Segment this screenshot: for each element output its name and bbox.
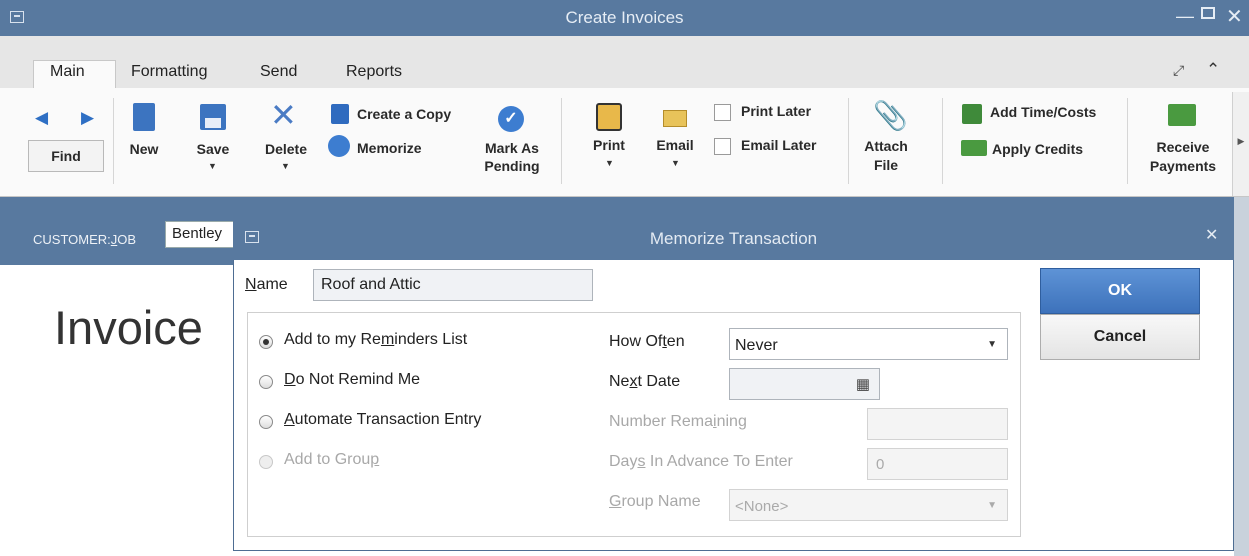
print-dropdown-icon[interactable]: ▼ bbox=[605, 158, 614, 168]
receive-payments-label-1[interactable]: Receive bbox=[1140, 139, 1226, 155]
cancel-button[interactable]: Cancel bbox=[1040, 314, 1200, 360]
email-dropdown-icon[interactable]: ▼ bbox=[671, 158, 680, 168]
create-copy-button[interactable]: Create a Copy bbox=[357, 106, 451, 122]
do-not-remind-radio[interactable] bbox=[259, 375, 273, 389]
close-icon[interactable]: ✕ bbox=[1226, 4, 1243, 29]
number-remaining-label: Number Remaining bbox=[609, 413, 747, 430]
apply-credits-button[interactable]: Apply Credits bbox=[992, 141, 1083, 157]
form-scroll-area bbox=[1234, 197, 1249, 556]
chevron-down-icon: ▼ bbox=[987, 500, 997, 511]
collapse-ribbon-icon[interactable]: ⌃ bbox=[1206, 60, 1220, 80]
invoice-heading: Invoice bbox=[54, 301, 203, 354]
maximize-icon[interactable] bbox=[1201, 7, 1215, 19]
days-in-advance-label: Days In Advance To Enter bbox=[609, 453, 793, 470]
how-often-label: How Often bbox=[609, 333, 685, 350]
add-time-costs-icon[interactable] bbox=[962, 104, 982, 124]
ok-button[interactable]: OK bbox=[1040, 268, 1200, 314]
save-button[interactable]: Save bbox=[190, 141, 236, 157]
back-arrow-icon[interactable]: ◀ bbox=[35, 108, 48, 128]
group-name-dropdown: <None> ▼ bbox=[729, 489, 1008, 521]
tab-reports[interactable]: Reports bbox=[346, 63, 402, 81]
expand-icon[interactable]: ⤢ bbox=[1173, 62, 1184, 79]
automate-entry-label[interactable]: Automate Transaction Entry bbox=[284, 411, 481, 429]
email-envelope-icon[interactable] bbox=[663, 110, 687, 127]
receive-payments-label-2[interactable]: Payments bbox=[1140, 158, 1226, 174]
email-button[interactable]: Email bbox=[650, 137, 700, 153]
name-label: Name bbox=[245, 276, 288, 293]
do-not-remind-label[interactable]: Do Not Remind Me bbox=[284, 371, 420, 389]
apply-credits-icon[interactable] bbox=[961, 140, 987, 156]
delete-button[interactable]: Delete bbox=[258, 141, 314, 157]
group-name-value: <None> bbox=[735, 498, 789, 515]
tab-formatting[interactable]: Formatting bbox=[131, 63, 207, 81]
window-title-bar: Create Invoices — ✕ bbox=[0, 0, 1249, 36]
automate-entry-radio[interactable] bbox=[259, 415, 273, 429]
calendar-icon[interactable]: ▦ bbox=[856, 375, 870, 393]
number-remaining-input bbox=[867, 408, 1008, 440]
print-later-label: Print Later bbox=[741, 103, 812, 119]
save-disk-label-icon bbox=[205, 118, 221, 128]
how-often-dropdown[interactable]: Never ▼ bbox=[729, 328, 1008, 360]
forward-arrow-icon[interactable]: ▶ bbox=[81, 108, 94, 128]
save-dropdown-icon[interactable]: ▼ bbox=[208, 161, 217, 171]
add-time-costs-button[interactable]: Add Time/Costs bbox=[990, 104, 1096, 120]
group-name-label: Group Name bbox=[609, 493, 701, 510]
find-button[interactable]: Find bbox=[28, 140, 104, 172]
attach-file-label-1[interactable]: Attach bbox=[858, 138, 914, 154]
name-input[interactable]: Roof and Attic bbox=[313, 269, 593, 301]
email-later-checkbox[interactable] bbox=[714, 138, 731, 155]
tab-send[interactable]: Send bbox=[260, 63, 297, 81]
ribbon-separator bbox=[1127, 98, 1128, 184]
print-later-checkbox[interactable] bbox=[714, 104, 731, 121]
add-to-reminders-label[interactable]: Add to my Reminders List bbox=[284, 331, 467, 349]
add-to-group-radio bbox=[259, 455, 273, 469]
customer-job-label: CUSTOMER:JOB bbox=[33, 232, 137, 247]
mark-as-pending-label-2[interactable]: Pending bbox=[470, 158, 554, 174]
ribbon-separator bbox=[942, 98, 943, 184]
ribbon-separator bbox=[561, 98, 562, 184]
attach-file-label-2[interactable]: File bbox=[858, 157, 914, 173]
memorize-button[interactable]: Memorize bbox=[357, 140, 422, 156]
receive-payments-icon[interactable] bbox=[1168, 104, 1196, 126]
ribbon-separator bbox=[848, 98, 849, 184]
email-later-label: Email Later bbox=[741, 137, 817, 153]
memorize-icon[interactable] bbox=[328, 135, 350, 157]
minimize-icon[interactable]: — bbox=[1176, 6, 1194, 27]
check-circle-icon[interactable]: ✓ bbox=[498, 106, 524, 132]
add-to-reminders-radio[interactable] bbox=[259, 335, 273, 349]
add-to-group-label: Add to Group bbox=[284, 451, 380, 468]
next-date-input[interactable]: ▦ bbox=[729, 368, 880, 400]
dialog-title-bar: Memorize Transaction ✕ bbox=[233, 215, 1234, 260]
mark-as-pending-label-1[interactable]: Mark As bbox=[470, 140, 554, 156]
delete-dropdown-icon[interactable]: ▼ bbox=[281, 161, 290, 171]
printer-icon[interactable] bbox=[596, 103, 622, 131]
days-in-advance-input: 0 bbox=[867, 448, 1008, 480]
delete-x-icon[interactable]: ✕ bbox=[270, 99, 297, 131]
dialog-close-icon[interactable]: ✕ bbox=[1205, 225, 1218, 245]
create-copy-icon[interactable] bbox=[331, 104, 349, 124]
how-often-value: Never bbox=[735, 337, 778, 354]
tab-main[interactable]: Main bbox=[50, 63, 85, 81]
print-button[interactable]: Print bbox=[584, 137, 634, 153]
new-button[interactable]: New bbox=[124, 141, 164, 157]
chevron-down-icon: ▼ bbox=[987, 339, 997, 350]
new-document-icon[interactable] bbox=[133, 103, 155, 131]
paperclip-icon[interactable]: 📎 bbox=[873, 99, 908, 132]
next-date-label: Next Date bbox=[609, 373, 681, 390]
window-title: Create Invoices bbox=[565, 8, 684, 27]
ribbon-scroll-right-icon[interactable]: ▶ bbox=[1232, 92, 1249, 196]
ribbon-separator bbox=[113, 98, 114, 184]
dialog-title: Memorize Transaction bbox=[649, 229, 818, 248]
